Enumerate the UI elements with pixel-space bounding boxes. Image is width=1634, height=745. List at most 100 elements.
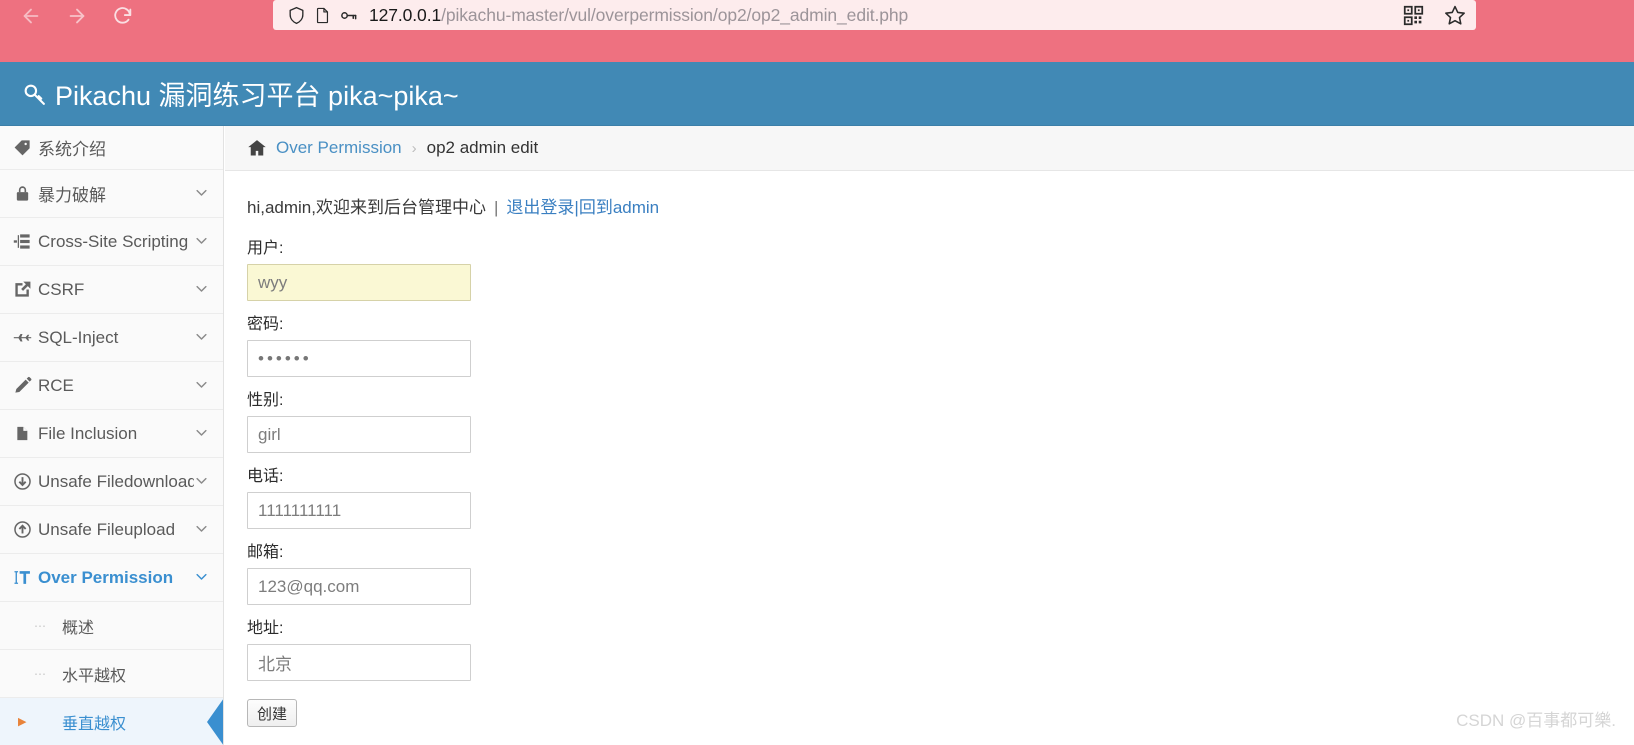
tree-branch-icon: ⋯ xyxy=(34,618,46,633)
sidebar-item-label: 系统介绍 xyxy=(38,140,106,159)
sidebar-subitem-label: 垂直越权 xyxy=(62,715,127,733)
app-header: Pikachu 漏洞练习平台 pika~pika~ xyxy=(0,62,1634,126)
breadcrumb: Over Permission › op2 admin edit xyxy=(225,126,1634,171)
reload-button[interactable] xyxy=(100,0,146,32)
field-username: 用户: xyxy=(247,234,1634,301)
chevron-down-icon xyxy=(194,521,209,539)
chevron-down-icon xyxy=(194,185,209,203)
back-button[interactable] xyxy=(8,0,54,32)
sidebar-subitem-horizontal-privilege[interactable]: ▶ ⋯ 水平越权 xyxy=(0,650,223,698)
upload-circle-icon xyxy=(10,520,34,539)
field-gender: 性别: xyxy=(247,386,1634,453)
sidebar-item-csrf[interactable]: CSRF xyxy=(0,266,223,314)
text-height-icon xyxy=(10,568,34,587)
sidebar-subitem-label: 水平越权 xyxy=(62,667,127,685)
sidebar-item-label: 暴力破解 xyxy=(38,186,106,205)
url-path: /pikachu-master/vul/overpermission/op2/o… xyxy=(441,4,909,25)
welcome-bar: hi,admin,欢迎来到后台管理中心 | 退出登录|回到admin xyxy=(247,193,1634,218)
admin-edit-form: 用户: 密码: 性别: 电话: 邮箱: 地址: xyxy=(247,234,1634,727)
chevron-down-icon xyxy=(194,281,209,299)
sidebar-item-over-permission[interactable]: Over Permission xyxy=(0,554,223,602)
sidebar-item-label: Unsafe Filedownload xyxy=(38,471,194,491)
file-icon xyxy=(10,424,34,443)
phone-label: 电话: xyxy=(247,468,284,485)
watermark: CSDN @百事都可樂. xyxy=(1456,711,1616,730)
sidebar-item-cross-site-scripting[interactable]: Cross-Site Scripting xyxy=(0,218,223,266)
chevron-down-icon xyxy=(194,473,209,491)
chevron-down-icon xyxy=(194,233,209,251)
chevron-down-icon xyxy=(194,425,209,443)
address-label: 地址: xyxy=(247,620,284,637)
sidebar-subitem-overview[interactable]: ▶ ⋯ 概述 xyxy=(0,602,223,650)
sidebar: 系统介绍 暴力破解 Cross-Site Scripting CSRF SQL-… xyxy=(0,126,224,745)
caret-right-icon: ▶ xyxy=(18,716,27,728)
welcome-text: hi,admin,欢迎来到后台管理中心 xyxy=(247,198,486,217)
address-bar-actions xyxy=(1403,0,1466,30)
tag-icon xyxy=(10,138,34,157)
sidebar-item-brute-force[interactable]: 暴力破解 xyxy=(0,170,223,218)
home-icon[interactable] xyxy=(247,138,267,158)
star-bookmark-icon[interactable] xyxy=(1444,4,1466,26)
qr-code-icon[interactable] xyxy=(1403,5,1424,26)
page-icon xyxy=(309,2,335,28)
sidebar-subgroup: ▶ ⋯ 概述 ▶ ⋯ 水平越权 ▶ 垂直越权 xyxy=(0,602,223,745)
sidebar-subitem-label: 概述 xyxy=(62,619,95,637)
password-field[interactable] xyxy=(247,340,471,377)
address-field[interactable] xyxy=(247,644,471,681)
field-phone: 电话: xyxy=(247,462,1634,529)
breadcrumb-separator: › xyxy=(411,139,417,157)
sidebar-item-file-inclusion[interactable]: File Inclusion xyxy=(0,410,223,458)
create-button[interactable]: 创建 xyxy=(247,699,298,727)
sidebar-item-label: Over Permission xyxy=(38,567,174,587)
address-bar-text: 127.0.0.1/pikachu-master/vul/overpermiss… xyxy=(369,5,908,26)
sidebar-item-label: SQL-Inject xyxy=(38,327,119,347)
sidebar-item-system-intro[interactable]: 系统介绍 xyxy=(0,126,223,170)
chevron-down-icon xyxy=(194,329,209,347)
welcome-separator: | xyxy=(493,198,499,217)
sidebar-item-label: File Inclusion xyxy=(38,423,138,443)
sidebar-item-label: RCE xyxy=(38,375,74,395)
chevron-down-icon xyxy=(194,569,209,587)
sidebar-item-sql-inject[interactable]: SQL-Inject xyxy=(0,314,223,362)
sidebar-item-label: Cross-Site Scripting xyxy=(38,231,189,251)
field-email: 邮箱: xyxy=(247,538,1634,605)
logout-link[interactable]: 退出登录 xyxy=(506,198,574,217)
main-content: Over Permission › op2 admin edit hi,admi… xyxy=(225,126,1634,745)
field-password: 密码: xyxy=(247,310,1634,377)
sidebar-item-unsafe-filedownload[interactable]: Unsafe Filedownload xyxy=(0,458,223,506)
username-field[interactable] xyxy=(247,264,471,301)
breadcrumb-root[interactable]: Over Permission xyxy=(276,138,402,158)
sidebar-item-rce[interactable]: RCE xyxy=(0,362,223,410)
navigation-buttons xyxy=(0,0,146,32)
download-circle-icon xyxy=(10,472,34,491)
breadcrumb-current: op2 admin edit xyxy=(426,138,539,157)
app-title: Pikachu 漏洞练习平台 pika~pika~ xyxy=(0,74,459,113)
key-icon xyxy=(335,2,361,28)
sidebar-item-label: Unsafe Fileupload xyxy=(38,519,176,539)
field-address: 地址: xyxy=(247,614,1634,681)
tree-branch-icon: ⋯ xyxy=(34,666,46,681)
password-label: 密码: xyxy=(247,316,284,333)
browser-toolbar: 127.0.0.1/pikachu-master/vul/overpermiss… xyxy=(0,0,1634,62)
phone-field[interactable] xyxy=(247,492,471,529)
sitemap-icon xyxy=(10,232,34,251)
gender-field[interactable] xyxy=(247,416,471,453)
email-label: 邮箱: xyxy=(247,544,284,561)
chevron-down-icon xyxy=(194,377,209,395)
gender-label: 性别: xyxy=(247,392,284,409)
email-field[interactable] xyxy=(247,568,471,605)
key-search-icon xyxy=(22,82,47,107)
username-label: 用户: xyxy=(247,240,284,257)
app-title-text: Pikachu 漏洞练习平台 pika~pika~ xyxy=(55,81,459,111)
shield-icon xyxy=(283,2,309,28)
sidebar-item-label: CSRF xyxy=(38,279,85,299)
sidebar-subitem-vertical-privilege[interactable]: ▶ 垂直越权 xyxy=(0,698,223,745)
url-host: 127.0.0.1 xyxy=(369,4,442,25)
back-to-admin-link[interactable]: 回到admin xyxy=(579,198,659,217)
plane-icon xyxy=(10,328,34,347)
pencil-icon xyxy=(10,376,34,395)
sidebar-item-unsafe-fileupload[interactable]: Unsafe Fileupload xyxy=(0,506,223,554)
external-link-icon xyxy=(10,280,34,299)
address-bar[interactable]: 127.0.0.1/pikachu-master/vul/overpermiss… xyxy=(273,0,1476,30)
forward-button[interactable] xyxy=(54,0,100,32)
